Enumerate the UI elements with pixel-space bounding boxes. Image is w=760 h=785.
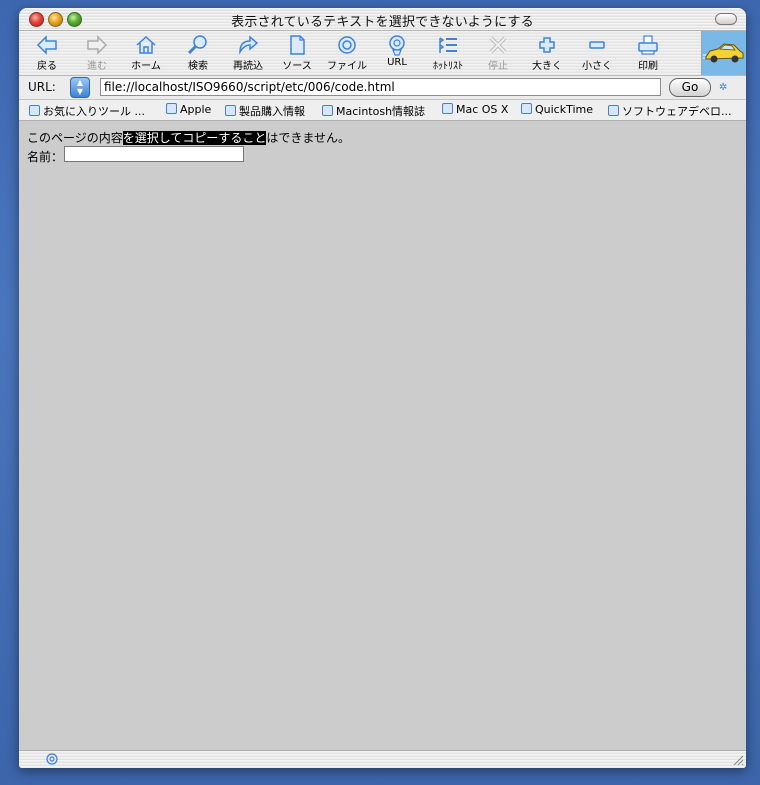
notice-text: このページの内容を選択してコピーすることはできません。 [27, 131, 351, 145]
url-history-popup-button[interactable]: ▲ ▼ [70, 77, 90, 98]
favorites-bar: お気に入りツール ... Apple 製品購入情報 Macintosh情報誌 M… [19, 100, 746, 121]
toolbar: 戻る 進む ホーム 検索 再読込 ソース ファイル URL ﾎｯﾄﾘｽﾄ 停止 … [19, 31, 746, 76]
car-logo-icon [703, 43, 744, 63]
minus-icon [589, 41, 605, 49]
stop-button[interactable]: 停止 [474, 31, 522, 75]
favorite-page-icon [608, 105, 619, 116]
plus-icon [539, 37, 555, 53]
hotlist-button[interactable]: ﾎｯﾄﾘｽﾄ [424, 31, 472, 75]
text-bigger-button[interactable]: 大きく [523, 31, 571, 75]
print-icon [638, 35, 658, 55]
favorite-item[interactable]: お気に入りツール ... [29, 103, 145, 119]
favorite-item[interactable]: Macintosh情報誌 [322, 103, 425, 119]
source-button[interactable]: ソース [273, 31, 321, 75]
search-icon [187, 35, 207, 55]
connection-status-icon [46, 753, 58, 765]
url-input[interactable] [100, 78, 661, 96]
search-button[interactable]: 検索 [174, 31, 222, 75]
favorite-item[interactable]: ソフトウェアデベロ... [608, 103, 732, 119]
toolbar-toggle-button[interactable] [715, 13, 737, 25]
file-target-icon [338, 36, 356, 54]
stop-icon [489, 36, 507, 54]
favorite-item[interactable]: Apple [166, 103, 211, 116]
favorite-page-icon [166, 103, 177, 114]
url-extra-icon[interactable]: ✲ [719, 82, 727, 93]
back-button[interactable]: 戻る [23, 31, 71, 75]
window-title: 表示されているテキストを選択できないようにする [231, 15, 534, 30]
selected-text: を選択してコピーすること [122, 131, 267, 145]
favorite-page-icon [225, 105, 236, 116]
name-label: 名前： [27, 150, 64, 164]
home-button[interactable]: ホーム [122, 31, 170, 75]
favorite-page-icon [29, 105, 40, 116]
favorite-item[interactable]: QuickTime [521, 103, 593, 116]
favorite-page-icon [442, 103, 453, 114]
url-button[interactable]: URL [373, 31, 421, 75]
source-document-icon [290, 35, 305, 55]
favorite-page-icon [521, 103, 532, 114]
text-smaller-button[interactable]: 小さく [573, 31, 621, 75]
browser-window: 表示されているテキストを選択できないようにする 戻る 進む ホーム 検索 再読込… [19, 8, 746, 768]
file-button[interactable]: ファイル [323, 31, 371, 75]
status-bar [19, 750, 746, 768]
browser-logo[interactable] [701, 31, 746, 75]
title-bar[interactable]: 表示されているテキストを選択できないようにする [19, 8, 746, 31]
favorite-item[interactable]: 製品購入情報 [225, 103, 305, 119]
url-globe-icon [389, 35, 405, 56]
name-input[interactable] [64, 146, 244, 162]
favorite-item[interactable]: Mac OS X [442, 103, 508, 116]
reload-button[interactable]: 再読込 [224, 31, 272, 75]
page-content: このページの内容を選択してコピーすることはできません。 名前： [19, 121, 746, 751]
url-label: URL: [28, 80, 56, 94]
reload-icon [239, 35, 259, 55]
forward-arrow-icon [87, 35, 108, 55]
resize-grip-icon[interactable] [732, 754, 744, 766]
hotlist-icon [439, 37, 457, 53]
favorite-page-icon [322, 105, 333, 116]
go-button[interactable]: Go [669, 78, 711, 97]
forward-button[interactable]: 進む [73, 31, 121, 75]
address-bar: URL: ▲▼ Go ✲ [19, 76, 746, 100]
home-icon [136, 35, 156, 54]
print-button[interactable]: 印刷 [624, 31, 672, 75]
back-arrow-icon [36, 35, 57, 55]
